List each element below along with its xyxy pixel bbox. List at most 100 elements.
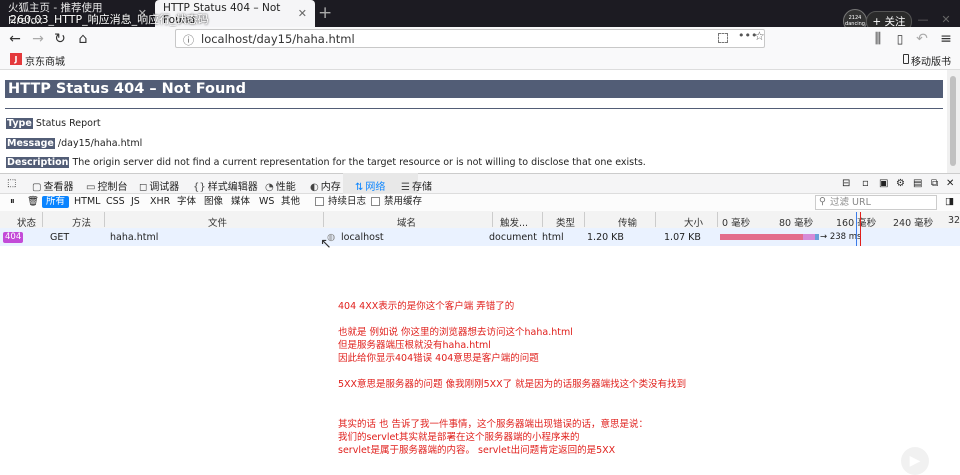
toggle-sidebar-icon[interactable]: ◨ [943,196,956,208]
column-separator [323,212,324,227]
filter-fonts[interactable]: 字体 [175,196,198,208]
responsive-icon[interactable]: ⊟ [842,178,850,189]
col-file[interactable]: 文件 [208,215,227,229]
address-bar[interactable]: ⓘ localhost/day15/haha.html [175,29,765,48]
tab-performance[interactable]: ◔ 性能 [265,178,296,193]
pause-icon[interactable]: ⏸ [8,196,17,208]
filter-media[interactable]: 媒体 [229,196,252,208]
trash-icon[interactable]: 🗑 [25,196,41,208]
url-text: localhost/day15/haha.html [201,31,355,46]
tab-console[interactable]: ▭ 控制台 [86,178,127,193]
storage-icon: ☰ [401,182,410,193]
note-line: 因此给你显示404错误 404意思是客户端的问题 [338,353,539,364]
info-icon[interactable]: ⓘ [183,32,194,48]
disable-cache-checkbox[interactable] [371,197,380,206]
column-separator [542,212,543,227]
request-file: haha.html [110,232,159,243]
column-separator [584,212,585,227]
waterfall-tick: 320 [948,215,960,226]
mouse-cursor-icon: ↖ [320,236,332,252]
play-icon[interactable]: ▶ [901,447,929,475]
waterfall-tick: 80 毫秒 [779,218,814,229]
type-label: Type [6,118,33,129]
split-console-icon[interactable]: ▫ [862,178,869,189]
tab-inspector[interactable]: ▢ 查看器 [32,178,73,193]
note-line: 其实的话 也 告诉了我一件事情，这个服务器端出现错误的话，意思是说： [338,419,649,430]
request-domain: localhost [341,232,384,243]
note-line: 但是服务器端压根就没有haha.html [338,340,491,351]
note-line: servlet是属于服务器端的内容。 servlet出问题肯定返回的是5XX [338,445,616,456]
type-row: Type Status Report [6,118,101,129]
description-value: The origin server did not find a current… [72,157,646,168]
dom-content-loaded-line [856,212,857,246]
filter-css[interactable]: CSS [104,196,127,208]
settings-gear-icon[interactable]: ⚙ [896,178,905,189]
memory-icon: ◐ [310,182,319,193]
minimize-icon[interactable]: — [915,11,931,27]
tab-storage[interactable]: ☰ 存储 [401,178,432,193]
console-icon: ▭ [86,182,96,193]
tab-network[interactable]: ⇅ 网络 [355,178,385,193]
request-cause: document [489,232,537,243]
timing-bar-blocked [720,234,803,240]
bookmark-jd[interactable]: 京东商城 [25,53,65,68]
bookmark-star-icon[interactable]: ☆ [754,29,765,43]
type-value: Status Report [35,118,101,129]
col-status[interactable]: 状态 [17,215,36,229]
col-cause[interactable]: 触发... [500,215,528,229]
menu-icon[interactable]: ≡ [936,29,956,49]
status-badge: 404 [3,232,24,243]
close-tab-icon[interactable]: ✕ [298,7,307,20]
network-icon: ⇅ [355,182,364,193]
tab-memory[interactable]: ◐ 内存 [310,178,341,193]
col-transferred[interactable]: 传输 [618,215,637,229]
scrollbar-thumb[interactable] [950,76,956,166]
filter-images[interactable]: 图像 [202,196,225,208]
column-separator [42,212,43,227]
library-icon[interactable]: ⫼ [868,29,888,49]
separate-window-icon[interactable]: ⧉ [931,178,938,189]
filter-url-input[interactable]: 过滤 URL [815,195,937,210]
forward-arrow-icon[interactable]: → [28,29,48,49]
col-type[interactable]: 类型 [556,215,575,229]
performance-icon: ◔ [265,182,274,193]
screenshot-icon[interactable]: ▣ [879,178,888,189]
waterfall-tick: 240 毫秒 [893,218,934,229]
back-arrow-icon[interactable]: ← [5,29,25,49]
waterfall-tick: 0 毫秒 [722,218,751,229]
qr-code-icon[interactable] [718,33,728,43]
column-separator [104,212,105,227]
load-line [860,212,861,246]
request-size: 1.07 KB [664,232,701,243]
filter-ws[interactable]: WS [257,196,276,208]
request-transferred: 1.20 KB [587,232,624,243]
filter-js[interactable]: JS [129,196,142,208]
filter-html[interactable]: HTML [72,196,102,208]
dock-icon[interactable]: ▤ [913,178,922,189]
reload-icon[interactable]: ↻ [50,29,70,49]
close-devtools-icon[interactable]: ✕ [946,178,954,189]
message-row: Message /day15/haha.html [6,138,142,149]
mobile-bookmarks-icon [903,54,909,64]
new-tab-plus-icon[interactable]: + [318,3,332,23]
filter-all[interactable]: 所有 [42,196,70,208]
col-method[interactable]: 方法 [72,215,91,229]
col-size[interactable]: 大小 [684,215,703,229]
close-window-icon[interactable]: ✕ [938,11,954,27]
home-icon[interactable]: ⌂ [73,29,93,49]
divider [5,108,943,109]
tab-debugger[interactable]: ◻ 调试器 [139,178,179,193]
sidebar-icon[interactable]: ▯ [890,29,910,49]
video-title-overlay: 260.03_HTTP_响应消息_响应行_状态码 [10,13,209,26]
column-separator [717,212,718,227]
filter-other[interactable]: 其他 [279,196,302,208]
tab-style-editor[interactable]: {} 样式编辑器 [193,178,258,193]
persist-log-checkbox[interactable] [315,197,324,206]
pick-element-icon[interactable]: ⬚ [7,178,16,189]
col-domain[interactable]: 域名 [397,215,416,229]
message-label: Message [6,138,55,149]
undo-icon[interactable]: ↶ [912,29,932,49]
description-row: Description The origin server did not fi… [6,157,646,168]
message-value: /day15/haha.html [57,138,143,149]
filter-xhr[interactable]: XHR [148,196,172,208]
